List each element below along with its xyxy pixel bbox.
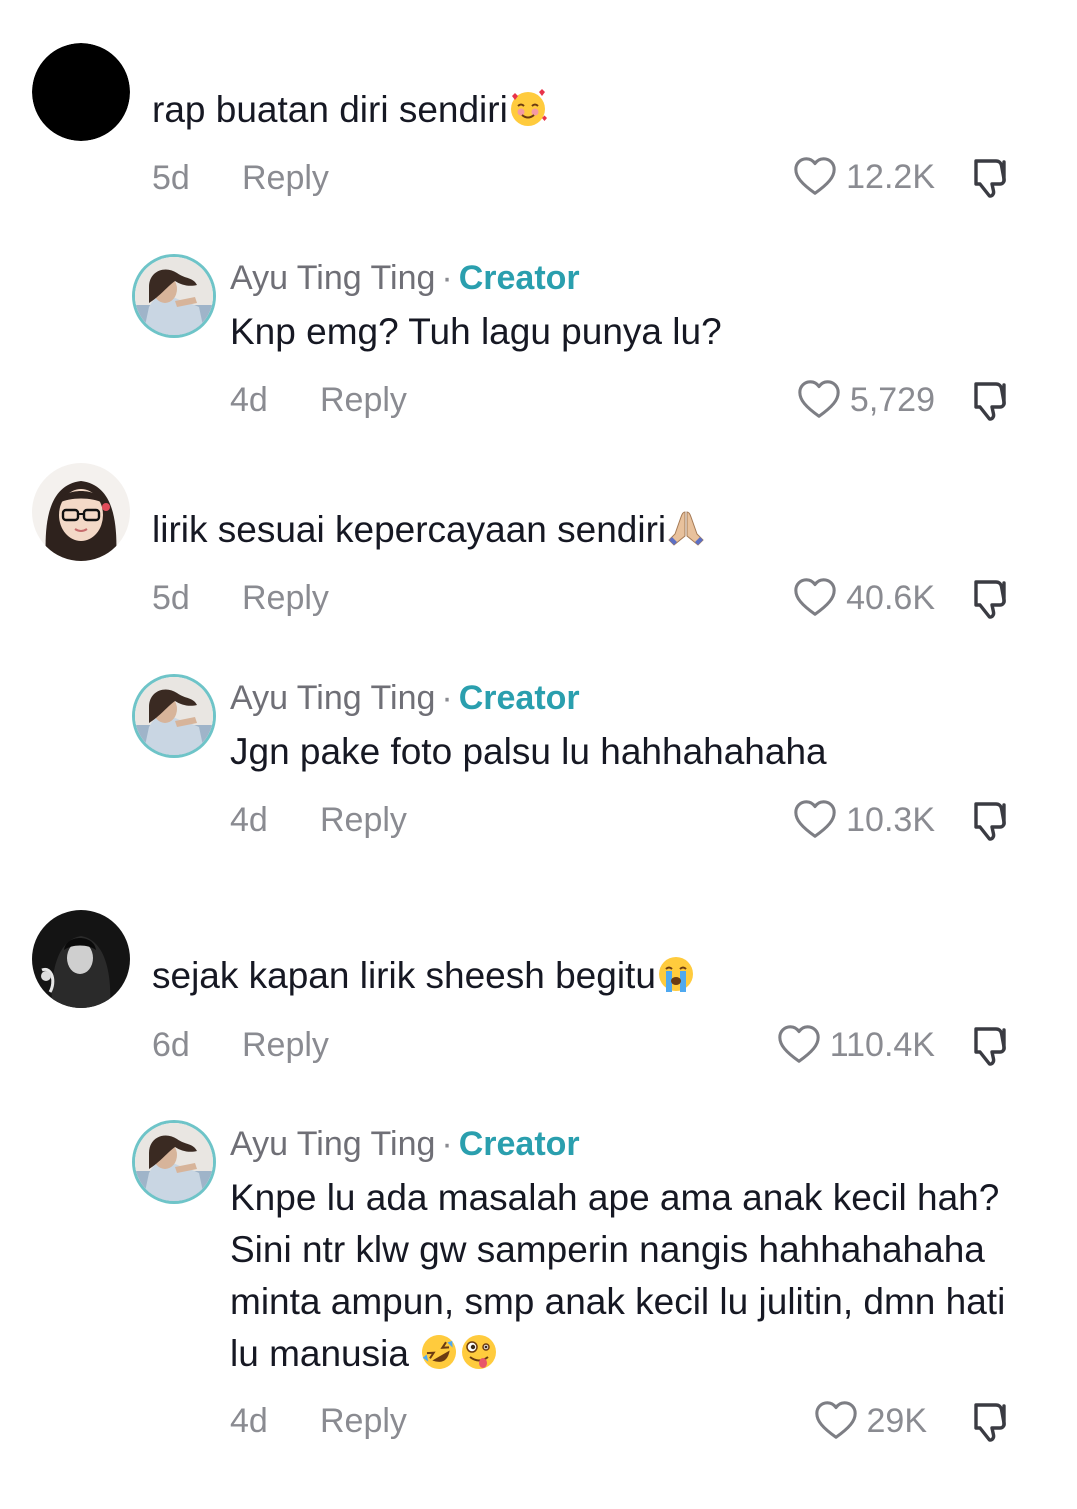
comment-text: rap buatan diri sendiri	[152, 84, 548, 136]
loudly-crying-face-icon	[656, 954, 696, 994]
reply-button[interactable]: Reply	[242, 579, 329, 617]
creator-badge: Creator	[458, 259, 580, 297]
comment-meta: 5d Reply	[152, 158, 329, 198]
reply-header: Ayu Ting Ting · Creator	[230, 258, 580, 298]
heart-outline-icon	[792, 154, 838, 200]
separator-dot: ·	[441, 679, 453, 717]
avatar[interactable]	[32, 910, 130, 1008]
reply-text: Knpe lu ada masalah ape ama anak kecil h…	[230, 1177, 1006, 1374]
separator-dot: ·	[441, 259, 453, 297]
username[interactable]: Ayu Ting Ting	[230, 259, 435, 297]
heart-outline-icon	[792, 575, 838, 621]
username[interactable]: Ayu Ting Ting	[230, 1125, 435, 1163]
like-count: 10.3K	[846, 801, 935, 839]
reply-text: Jgn pake foto palsu lu hahhahahaha	[230, 731, 827, 772]
reply-header: Ayu Ting Ting · Creator	[230, 1124, 580, 1164]
like-count: 5,729	[849, 381, 935, 419]
heart-outline-icon	[796, 377, 842, 423]
reply-text: Knp emg? Tuh lagu punya lu?	[230, 311, 722, 352]
reply-meta: 4d Reply	[230, 800, 407, 840]
reply-meta: 4d Reply	[230, 380, 407, 420]
creator-avatar[interactable]	[135, 257, 213, 335]
comment-text: sejak kapan lirik sheesh begitu	[152, 950, 696, 1002]
reply-button[interactable]: Reply	[320, 381, 407, 419]
username[interactable]: Ayu Ting Ting	[230, 679, 435, 717]
like-count: 110.4K	[829, 1026, 935, 1064]
dislike-icon[interactable]	[966, 574, 1014, 622]
avatar[interactable]	[32, 43, 130, 141]
like-button[interactable]: 29K	[813, 1398, 928, 1444]
creator-avatar[interactable]	[135, 1123, 213, 1201]
reply-button[interactable]: Reply	[320, 801, 407, 839]
timestamp: 4d	[230, 1402, 268, 1440]
dislike-icon[interactable]	[966, 796, 1014, 844]
reply-button[interactable]: Reply	[320, 1402, 407, 1440]
reply-button[interactable]: Reply	[242, 1026, 329, 1064]
like-button[interactable]: 10.3K	[792, 797, 935, 843]
dislike-icon[interactable]	[966, 1397, 1014, 1445]
dislike-icon[interactable]	[966, 153, 1014, 201]
like-count: 29K	[866, 1402, 928, 1440]
comment-meta: 5d Reply	[152, 578, 329, 618]
reply-meta: 4d Reply	[230, 1401, 407, 1441]
dislike-icon[interactable]	[966, 376, 1014, 424]
like-count: 12.2K	[846, 158, 935, 196]
smiling-face-with-hearts-icon	[508, 88, 548, 128]
timestamp: 5d	[152, 579, 190, 617]
folded-hands-icon	[666, 508, 706, 548]
creator-avatar[interactable]	[135, 677, 213, 755]
like-button[interactable]: 110.4K	[776, 1022, 935, 1068]
heart-outline-icon	[813, 1398, 859, 1444]
creator-badge: Creator	[458, 1125, 580, 1163]
avatar[interactable]	[32, 463, 130, 561]
creator-badge: Creator	[458, 679, 580, 717]
timestamp: 6d	[152, 1026, 190, 1064]
reply-button[interactable]: Reply	[242, 159, 329, 197]
comment-meta: 6d Reply	[152, 1025, 329, 1065]
zany-face-icon	[459, 1332, 499, 1372]
dislike-icon[interactable]	[966, 1021, 1014, 1069]
heart-outline-icon	[792, 797, 838, 843]
reply-header: Ayu Ting Ting · Creator	[230, 678, 580, 718]
comment-text: lirik sesuai kepercayaan sendiri	[152, 504, 706, 556]
separator-dot: ·	[441, 1125, 453, 1163]
timestamp: 4d	[230, 801, 268, 839]
like-count: 40.6K	[846, 579, 935, 617]
timestamp: 5d	[152, 159, 190, 197]
like-button[interactable]: 40.6K	[792, 575, 935, 621]
like-button[interactable]: 5,729	[796, 377, 935, 423]
rolling-on-floor-laughing-icon	[419, 1332, 459, 1372]
timestamp: 4d	[230, 381, 268, 419]
like-button[interactable]: 12.2K	[792, 154, 935, 200]
heart-outline-icon	[776, 1022, 822, 1068]
